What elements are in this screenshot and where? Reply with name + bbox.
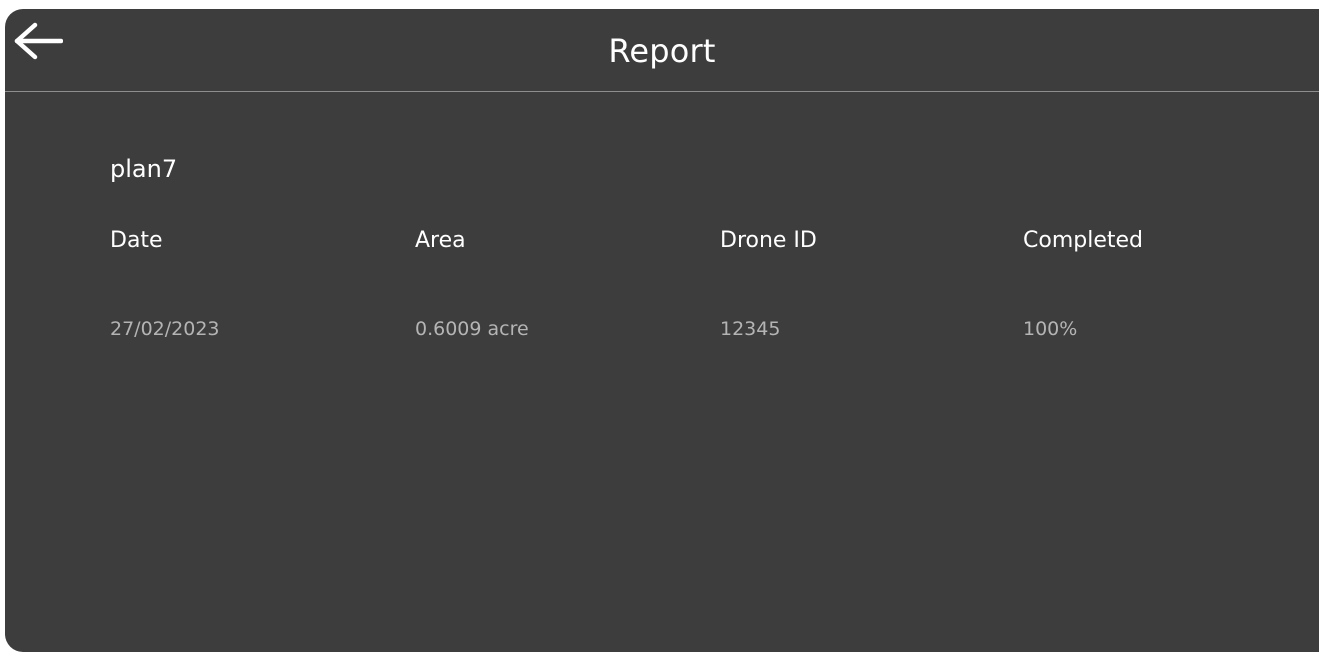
date-value: 27/02/2023 [110,318,220,340]
completed-value: 100% [1023,318,1078,340]
app-header: Report [5,9,1319,92]
column-header-date: Date [110,228,163,253]
drone-id-value: 12345 [720,318,781,340]
column-header-completed: Completed [1023,228,1143,253]
plan-name: plan7 [110,155,178,183]
column-header-drone-id: Drone ID [720,228,817,253]
page-title: Report [608,32,716,70]
report-screen: Report plan7 Date Area Drone ID Complete… [5,9,1319,652]
column-header-area: Area [415,228,466,253]
area-value: 0.6009 acre [415,318,529,340]
